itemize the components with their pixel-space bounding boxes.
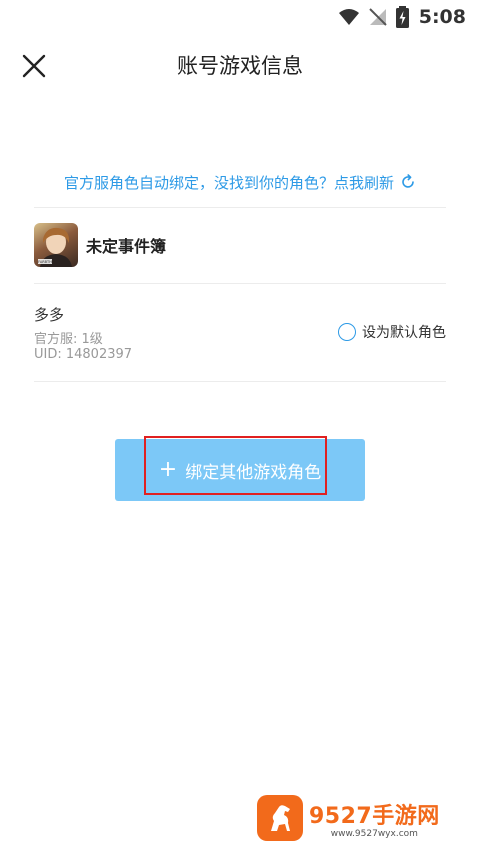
refresh-icon	[402, 174, 414, 188]
game-avatar-caption: FARBTH	[38, 260, 52, 264]
page-title: 账号游戏信息	[177, 54, 303, 78]
wifi-icon	[338, 8, 360, 26]
status-bar: 5:08	[0, 0, 480, 34]
horse-logo-icon	[257, 795, 303, 841]
watermark-url: www.9527wyx.com	[330, 828, 418, 839]
set-default-role-toggle[interactable]: 设为默认角色	[338, 322, 446, 342]
divider	[34, 283, 446, 284]
bind-button-label: 绑定其他游戏角色	[185, 462, 322, 483]
role-item: 多多 官方服: 1级 UID: 14802397 设为默认角色	[34, 300, 446, 372]
role-name: 多多	[34, 306, 65, 324]
refresh-notice-link[interactable]: 官方服角色自动绑定，没找到你的角色？点我刷新	[34, 158, 446, 206]
bind-other-role-button[interactable]: + 绑定其他游戏角色	[115, 439, 365, 501]
plus-icon: +	[158, 457, 178, 482]
role-uid: UID: 14802397	[34, 347, 133, 362]
set-default-label: 设为默认角色	[362, 325, 446, 341]
divider	[34, 381, 446, 382]
role-server: 官方服: 1级	[34, 332, 103, 347]
watermark-title: 9527手游网	[309, 803, 440, 829]
game-row: FARBTH 未定事件簿	[34, 222, 446, 268]
battery-charging-icon	[395, 6, 409, 28]
radio-icon[interactable]	[338, 323, 356, 341]
refresh-notice-text: 官方服角色自动绑定，没找到你的角色？点我刷新	[63, 173, 394, 192]
game-avatar: FARBTH	[34, 223, 78, 267]
header: 账号游戏信息	[0, 34, 480, 98]
no-signal-icon	[368, 7, 388, 27]
game-name: 未定事件簿	[86, 237, 167, 256]
status-time: 5:08	[418, 6, 466, 28]
watermark-logo: 9527手游网 www.9527wyx.com	[257, 795, 440, 841]
divider	[34, 207, 446, 208]
